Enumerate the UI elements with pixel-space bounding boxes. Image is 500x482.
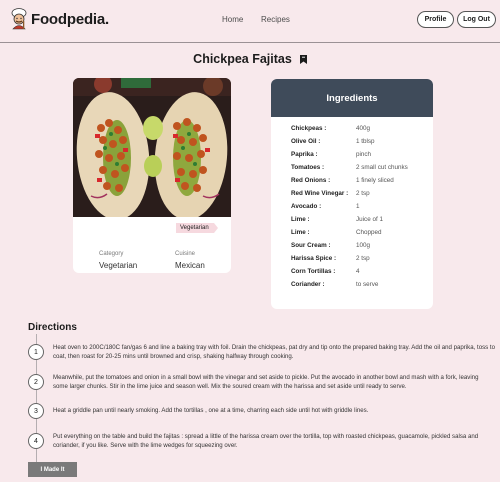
ingredient-row: Chickpeas : 400g: [291, 125, 370, 132]
ingredient-row: Paprika : pinch: [291, 151, 371, 158]
ingredient-name: Harissa Spice :: [291, 255, 337, 262]
ingredient-row: Sour Cream : 100g: [291, 242, 370, 249]
cuisine-label: Cuisine: [175, 251, 196, 257]
ingredient-row: Red Onions : 1 finely sliced: [291, 177, 394, 184]
bookmark-icon[interactable]: [299, 54, 307, 64]
ingredient-name: Lime :: [291, 229, 310, 236]
ingredient-row: Avocado : 1: [291, 203, 360, 210]
i-made-it-button[interactable]: I Made It: [28, 462, 77, 477]
step-number: 3: [28, 403, 44, 419]
ingredient-name: Lime :: [291, 216, 310, 223]
ingredient-amount: 4: [356, 268, 360, 275]
ingredient-amount: 1 tblsp: [356, 138, 375, 145]
category-value: Vegetarian: [99, 261, 138, 270]
recipe-card: Vegetarian Category Vegetarian Cuisine M…: [73, 78, 231, 273]
step-number: 1: [28, 344, 44, 360]
ingredient-name: Avocado :: [291, 203, 322, 210]
step-text: Heat a griddle pan until nearly smoking.…: [53, 407, 369, 414]
ingredient-row: Olive Oil : 1 tblsp: [291, 138, 375, 145]
ingredient-row: Tomatoes : 2 small cut chunks: [291, 164, 408, 171]
ingredient-name: Coriander :: [291, 281, 325, 288]
ingredient-name: Red Wine Vinegar :: [291, 190, 349, 197]
step-number: 4: [28, 433, 44, 449]
step-text: Meanwhile, put the tomatoes and onion in…: [53, 374, 479, 390]
ingredient-name: Sour Cream :: [291, 242, 331, 249]
ingredient-name: Olive Oil :: [291, 138, 321, 145]
ingredients-card: Ingredients Chickpeas : 400g Olive Oil : 1…: [271, 79, 433, 309]
step-text: Put everything on the table and build th…: [53, 433, 479, 449]
ingredient-row: Lime : Juice of 1: [291, 216, 383, 223]
ingredient-name: Chickpeas :: [291, 125, 327, 132]
ingredient-row: Harissa Spice : 2 tsp: [291, 255, 370, 262]
ingredient-amount: 1: [356, 203, 360, 210]
ingredient-amount: 2 small cut chunks: [356, 164, 408, 171]
category-label: Category: [99, 251, 124, 257]
ingredient-name: Tomatoes :: [291, 164, 325, 171]
ingredient-amount: 2 tsp: [356, 190, 370, 197]
ingredient-amount: 400g: [356, 125, 371, 132]
chef-icon: [11, 8, 27, 30]
profile-button[interactable]: Profile: [417, 11, 454, 28]
recipe-title-row: Chickpea Fajitas: [0, 52, 500, 66]
ingredient-amount: 2 tsp: [356, 255, 370, 262]
ingredient-name: Red Onions :: [291, 177, 331, 184]
ingredient-row: Corn Tortillas : 4: [291, 268, 360, 275]
ingredient-amount: Juice of 1: [356, 216, 383, 223]
brand-logo[interactable]: Foodpedia.: [9, 8, 109, 30]
ingredient-row: Lime : Chopped: [291, 229, 382, 236]
ingredient-row: Coriander : to serve: [291, 281, 378, 288]
logout-button[interactable]: Log Out: [457, 11, 496, 28]
ingredient-amount: 100g: [356, 242, 371, 249]
top-nav: Foodpedia. Home Recipes Profile Log Out: [0, 0, 500, 43]
ingredient-row: Red Wine Vinegar : 2 tsp: [291, 190, 370, 197]
cuisine-value: Mexican: [175, 261, 205, 270]
recipe-photo: [73, 78, 231, 217]
ingredient-name: Paprika :: [291, 151, 318, 158]
ingredients-heading: Ingredients: [271, 79, 433, 117]
nav-home-link[interactable]: Home: [222, 15, 243, 24]
ingredient-name: Corn Tortillas :: [291, 268, 336, 275]
directions-heading: Directions: [28, 322, 77, 333]
ingredient-amount: 1 finely sliced: [356, 177, 394, 184]
recipe-tag[interactable]: Vegetarian: [176, 223, 218, 233]
ingredient-amount: Chopped: [356, 229, 382, 236]
recipe-title: Chickpea Fajitas: [193, 52, 292, 66]
ingredient-amount: pinch: [356, 151, 372, 158]
brand-name: Foodpedia.: [31, 10, 109, 28]
nav-recipes-link[interactable]: Recipes: [261, 15, 290, 24]
ingredient-amount: to serve: [356, 281, 379, 288]
step-number: 2: [28, 374, 44, 390]
step-text: Heat oven to 200C/180C fan/gas 6 and lin…: [53, 344, 495, 360]
